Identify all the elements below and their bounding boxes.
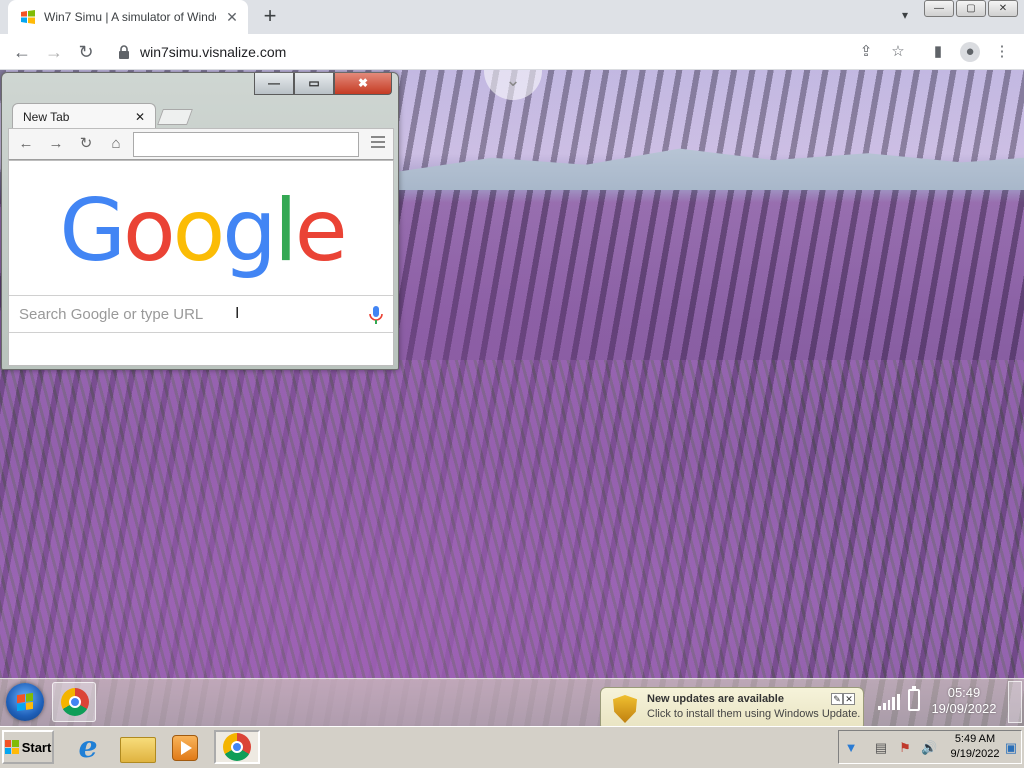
host-window-controls: — ▢ ✕ bbox=[924, 0, 1018, 17]
address-url: win7simu.visnalize.com bbox=[140, 44, 287, 60]
host-tab-title: Win7 Simu | A simulator of Window bbox=[44, 10, 216, 24]
tray-update-icon[interactable]: ▼ bbox=[843, 740, 859, 756]
host-minimize-button[interactable]: — bbox=[924, 0, 954, 17]
inner-omnibox[interactable] bbox=[133, 132, 359, 157]
inner-minimize-button[interactable]: — bbox=[254, 73, 294, 95]
inner-toolbar: ← → ↻ ⌂ bbox=[8, 128, 394, 160]
notification-options-icon[interactable]: ✎ bbox=[831, 693, 843, 705]
lower-clock-time: 5:49 AM bbox=[954, 733, 996, 745]
chrome-icon bbox=[61, 688, 89, 716]
google-letter-o2: o bbox=[172, 181, 226, 281]
host-tab-strip: Win7 Simu | A simulator of Window ✕ + ▾ … bbox=[0, 0, 1024, 34]
inner-maximize-button[interactable]: ▭ bbox=[294, 73, 334, 95]
notification-title: New updates are available bbox=[647, 693, 784, 705]
google-letter-l: l bbox=[273, 181, 298, 281]
text-cursor-icon: I bbox=[235, 305, 240, 322]
upper-clock-date: 19/09/2022 bbox=[931, 701, 997, 716]
menu-icon[interactable]: ⋮ bbox=[992, 42, 1012, 62]
inner-forward-icon[interactable]: → bbox=[45, 134, 67, 154]
google-letter-g2: g bbox=[222, 181, 277, 281]
lower-clock-date: 9/19/2022 bbox=[950, 748, 1000, 760]
windows-flag-icon bbox=[21, 10, 35, 24]
start-button[interactable]: Start bbox=[2, 730, 54, 764]
taskbar-chrome-button[interactable] bbox=[52, 682, 96, 722]
chrome-icon bbox=[223, 733, 251, 761]
forward-icon[interactable]: → bbox=[42, 40, 66, 64]
wallpaper-mountains bbox=[398, 148, 1024, 190]
inner-back-icon[interactable]: ← bbox=[15, 134, 37, 154]
star-icon[interactable]: ☆ bbox=[888, 42, 908, 62]
inner-close-button[interactable]: ✖ bbox=[334, 73, 392, 95]
google-logo: Google bbox=[9, 181, 395, 281]
start-label: Start bbox=[21, 739, 52, 755]
windows-logo-icon bbox=[4, 740, 19, 754]
upper-clock-time: 05:49 bbox=[947, 685, 981, 700]
notification-close-icon[interactable]: ✕ bbox=[843, 693, 855, 705]
media-player-icon[interactable] bbox=[172, 735, 198, 761]
inner-tab-title: New Tab bbox=[23, 109, 70, 124]
start-orb-button[interactable] bbox=[6, 683, 44, 721]
notification-buttons: ✎ ✕ bbox=[831, 693, 855, 705]
file-explorer-folder-icon[interactable] bbox=[120, 737, 156, 763]
tab-search-icon[interactable]: ▾ bbox=[896, 8, 914, 26]
share-icon[interactable]: ⇪ bbox=[856, 42, 876, 62]
system-tray: ▼ ▤ ⚑ 🔊 5:49 AM 9/19/2022 ▣ bbox=[838, 730, 1022, 764]
host-restore-button[interactable]: ▢ bbox=[956, 0, 986, 17]
inner-new-tab-button[interactable] bbox=[157, 109, 193, 125]
host-close-button[interactable]: ✕ bbox=[988, 0, 1018, 17]
microphone-icon[interactable] bbox=[369, 306, 383, 324]
windows-update-shield-icon bbox=[613, 695, 637, 723]
windows-logo-icon bbox=[17, 692, 33, 712]
show-desktop-button[interactable] bbox=[1008, 681, 1022, 723]
tray-network-icon[interactable]: ▤ bbox=[873, 740, 889, 756]
inner-tab-close-icon[interactable]: ✕ bbox=[135, 110, 145, 124]
new-tab-button[interactable]: + bbox=[258, 5, 282, 28]
inner-new-tab-page: Google I bbox=[8, 160, 394, 366]
google-letter-o1: o bbox=[122, 181, 176, 281]
profile-icon[interactable]: ● bbox=[960, 42, 980, 62]
inner-reload-icon[interactable]: ↻ bbox=[75, 134, 97, 154]
taskbar-chrome-task[interactable] bbox=[214, 730, 260, 764]
address-bar[interactable]: win7simu.visnalize.com bbox=[106, 38, 918, 66]
desktop-wallpaper[interactable]: ⌄ — ▭ ✖ New Tab ✕ ← → ↻ ⌂ Google Search … bbox=[0, 70, 1024, 768]
pull-down-chevron-icon[interactable]: ⌄ bbox=[484, 70, 542, 100]
lower-taskbar: Start e ▼ ▤ ⚑ 🔊 5:49 AM 9/19/2022 ▣ bbox=[0, 726, 1024, 768]
tray-action-center-icon[interactable]: ⚑ bbox=[897, 740, 913, 756]
lower-clock[interactable]: 5:49 AM 9/19/2022 bbox=[945, 732, 1005, 762]
inner-window-controls: — ▭ ✖ bbox=[254, 73, 392, 95]
battery-icon[interactable] bbox=[908, 686, 920, 711]
upper-clock[interactable]: 05:49 19/09/2022 bbox=[928, 685, 1000, 717]
lock-icon bbox=[119, 45, 129, 59]
inner-home-icon[interactable]: ⌂ bbox=[105, 134, 127, 154]
google-search-input[interactable] bbox=[19, 305, 339, 323]
update-notification[interactable]: New updates are available Click to insta… bbox=[600, 687, 864, 731]
inner-tab-new-tab[interactable]: New Tab ✕ bbox=[12, 103, 156, 129]
wallpaper-lavender-field bbox=[0, 360, 1024, 680]
sidepanel-icon[interactable]: ▮ bbox=[928, 42, 948, 62]
host-tab-win7simu[interactable]: Win7 Simu | A simulator of Window ✕ bbox=[8, 0, 248, 34]
inner-menu-icon[interactable] bbox=[371, 136, 385, 150]
inner-chrome-window[interactable]: — ▭ ✖ New Tab ✕ ← → ↻ ⌂ Google Search Go… bbox=[1, 72, 399, 370]
google-letter-g: G bbox=[59, 181, 126, 281]
host-tab-close-icon[interactable]: ✕ bbox=[224, 9, 240, 26]
google-search-box[interactable] bbox=[9, 295, 393, 333]
google-letter-e: e bbox=[294, 181, 348, 281]
back-icon[interactable]: ← bbox=[10, 40, 34, 64]
signal-strength-icon[interactable] bbox=[878, 692, 900, 710]
upper-taskbar: New updates are available Click to insta… bbox=[0, 678, 1024, 731]
tray-volume-icon[interactable]: 🔊 bbox=[921, 740, 937, 756]
internet-explorer-icon[interactable]: e bbox=[70, 731, 106, 765]
notification-message: Click to install them using Windows Upda… bbox=[647, 708, 861, 720]
host-toolbar: ← → ↻ win7simu.visnalize.com ⇪ ☆ ▮ ● ⋮ bbox=[0, 34, 1024, 70]
reload-icon[interactable]: ↻ bbox=[74, 40, 98, 64]
tray-show-desktop-icon[interactable]: ▣ bbox=[1003, 740, 1019, 756]
